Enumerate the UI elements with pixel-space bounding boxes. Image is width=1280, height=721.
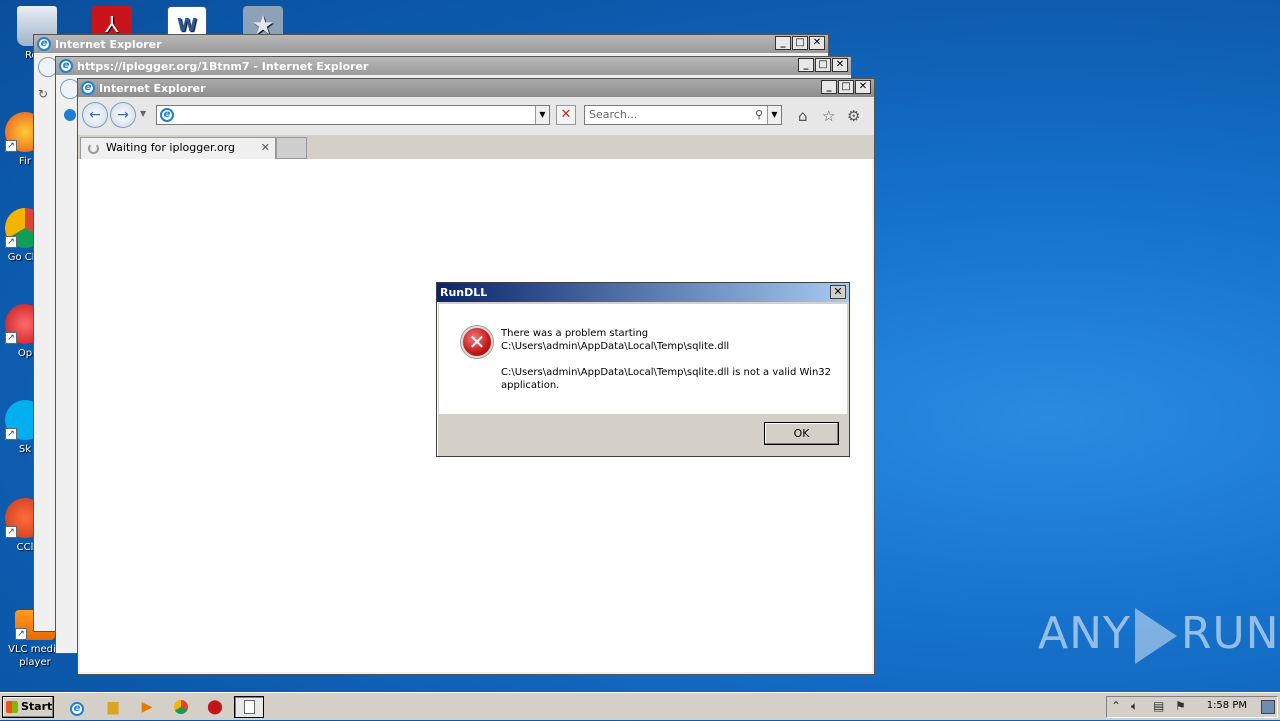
tab-label: Waiting for iplogger.org	[106, 141, 236, 154]
settings-gear-icon[interactable]: ⚙	[847, 107, 860, 125]
search-icon[interactable]: ⚲	[755, 106, 763, 124]
tray-expand-icon[interactable]: ⌃	[1111, 699, 1121, 713]
search-dropdown-icon[interactable]: ▼	[767, 106, 781, 124]
back-button[interactable]: ←	[82, 102, 108, 128]
shortcut-arrow-icon: ↗	[5, 236, 17, 248]
shortcut-arrow-icon: ↗	[5, 332, 17, 344]
address-bar[interactable]: e ▼	[156, 105, 550, 125]
close-button[interactable]: ✕	[809, 36, 825, 50]
anyrun-watermark: ANY RUN	[1038, 608, 1280, 664]
ie-window-back-title: Internet Explorer	[55, 37, 162, 51]
tab-row: Waiting for iplogger.org ✕	[78, 135, 874, 159]
vlc-label: VLC media player	[8, 644, 62, 668]
dialog-body: ✕ There was a problem starting C:\Users\…	[439, 304, 847, 414]
taskbar-media-player-button[interactable]: ▶	[132, 696, 162, 718]
error-icon: ✕	[461, 326, 493, 358]
maximize-button[interactable]: □	[792, 36, 808, 50]
dialog-message: There was a problem starting C:\Users\ad…	[501, 327, 831, 392]
ok-button[interactable]: OK	[764, 422, 839, 445]
close-button[interactable]: ✕	[832, 58, 848, 72]
search-input[interactable]: Search... ⚲ ▼	[584, 105, 782, 125]
dialog-close-button[interactable]: ✕	[830, 285, 846, 299]
shortcut-arrow-icon: ↗	[15, 628, 27, 640]
taskbar-rundll-button[interactable]	[234, 696, 264, 718]
taskbar: Start e ▆ ▶ ⬤ ⌃ 🔈︎ ▤ ⚑ 1:58 PM	[0, 692, 1280, 720]
rundll-dialog: RunDLL ✕ ✕ There was a problem starting …	[436, 282, 850, 457]
minimize-button[interactable]: _	[798, 58, 814, 72]
address-dropdown-icon[interactable]: ▼	[535, 106, 549, 124]
clock[interactable]: 1:58 PM	[1207, 700, 1247, 711]
taskbar-ie-button[interactable]: e	[62, 696, 92, 718]
favorites-star-icon[interactable]: ☆	[822, 107, 835, 125]
shortcut-arrow-icon: ↗	[5, 526, 17, 538]
network-icon[interactable]: ▤	[1153, 699, 1164, 713]
message-line-4: application.	[501, 380, 560, 391]
refresh-icon[interactable]: ↻	[38, 87, 48, 101]
ie-logo-icon: e	[59, 59, 73, 73]
ie-page-icon: e	[160, 108, 174, 122]
close-button[interactable]: ✕	[855, 80, 871, 94]
stop-button[interactable]: ✕	[556, 105, 576, 125]
skype-label: Sk	[18, 444, 32, 455]
start-label: Start	[21, 700, 53, 713]
taskbar-chrome-button[interactable]	[166, 696, 196, 718]
ccleaner-label: CCl	[16, 542, 34, 553]
maximize-button[interactable]: □	[815, 58, 831, 72]
show-desktop-button[interactable]	[1261, 700, 1275, 714]
loading-icon	[64, 109, 76, 121]
opera-label: Op	[17, 348, 33, 359]
dialog-title: RunDLL	[440, 286, 488, 299]
ie-toolbar: ← → ▼ e ▼ ✕ Search... ⚲ ▼ ⌂ ☆ ⚙	[78, 97, 874, 135]
system-tray: ⌃ 🔈︎ ▤ ⚑ 1:58 PM	[1106, 696, 1278, 718]
search-placeholder: Search...	[589, 108, 638, 121]
maximize-button[interactable]: □	[838, 80, 854, 94]
minimize-button[interactable]: _	[821, 80, 837, 94]
action-center-flag-icon[interactable]: ⚑	[1175, 699, 1186, 713]
new-tab-button[interactable]	[276, 137, 307, 159]
ie-logo-icon: e	[81, 81, 95, 95]
ie-window-middle-title: https://iplogger.org/1Btnm7 - Internet E…	[77, 59, 369, 73]
message-line-1: There was a problem starting	[501, 328, 649, 339]
home-icon[interactable]: ⌂	[798, 107, 808, 125]
tab-close-icon[interactable]: ✕	[261, 138, 270, 158]
chrome-icon	[174, 700, 188, 714]
ie-logo-icon: e	[37, 37, 51, 51]
message-line-3: C:\Users\admin\AppData\Local\Temp\sqlite…	[501, 367, 831, 378]
watermark-left-text: ANY	[1038, 608, 1131, 659]
dialog-titlebar[interactable]: RunDLL ✕	[437, 283, 849, 302]
taskbar-opera-button[interactable]: ⬤	[200, 696, 230, 718]
ie-window-front-titlebar[interactable]: e Internet Explorer	[78, 79, 874, 97]
volume-icon[interactable]: 🔈︎	[1131, 699, 1138, 714]
ie-window-middle-titlebar[interactable]: e https://iplogger.org/1Btnm7 - Internet…	[56, 57, 851, 75]
message-line-2: C:\Users\admin\AppData\Local\Temp\sqlite…	[501, 341, 730, 352]
firefox-label: Fir	[19, 156, 31, 167]
history-dropdown-icon[interactable]: ▼	[140, 109, 146, 118]
start-button[interactable]: Start	[2, 696, 54, 718]
shortcut-arrow-icon: ↗	[5, 140, 17, 152]
forward-button[interactable]: →	[110, 102, 136, 128]
play-icon	[1134, 608, 1177, 664]
minimize-button[interactable]: _	[775, 36, 791, 50]
taskbar-explorer-button[interactable]: ▆	[98, 696, 128, 718]
ie-window-front-title: Internet Explorer	[99, 81, 206, 95]
watermark-right-text: RUN	[1180, 608, 1280, 659]
ie-window-back-titlebar[interactable]: e Internet Explorer	[34, 35, 828, 53]
ie-logo-icon: e	[70, 702, 84, 716]
windows-logo-icon	[6, 701, 18, 713]
shortcut-arrow-icon: ↗	[5, 428, 17, 440]
tab-iplogger[interactable]: Waiting for iplogger.org ✕	[80, 137, 276, 159]
document-icon	[243, 700, 255, 714]
loading-spinner-icon	[88, 143, 99, 154]
